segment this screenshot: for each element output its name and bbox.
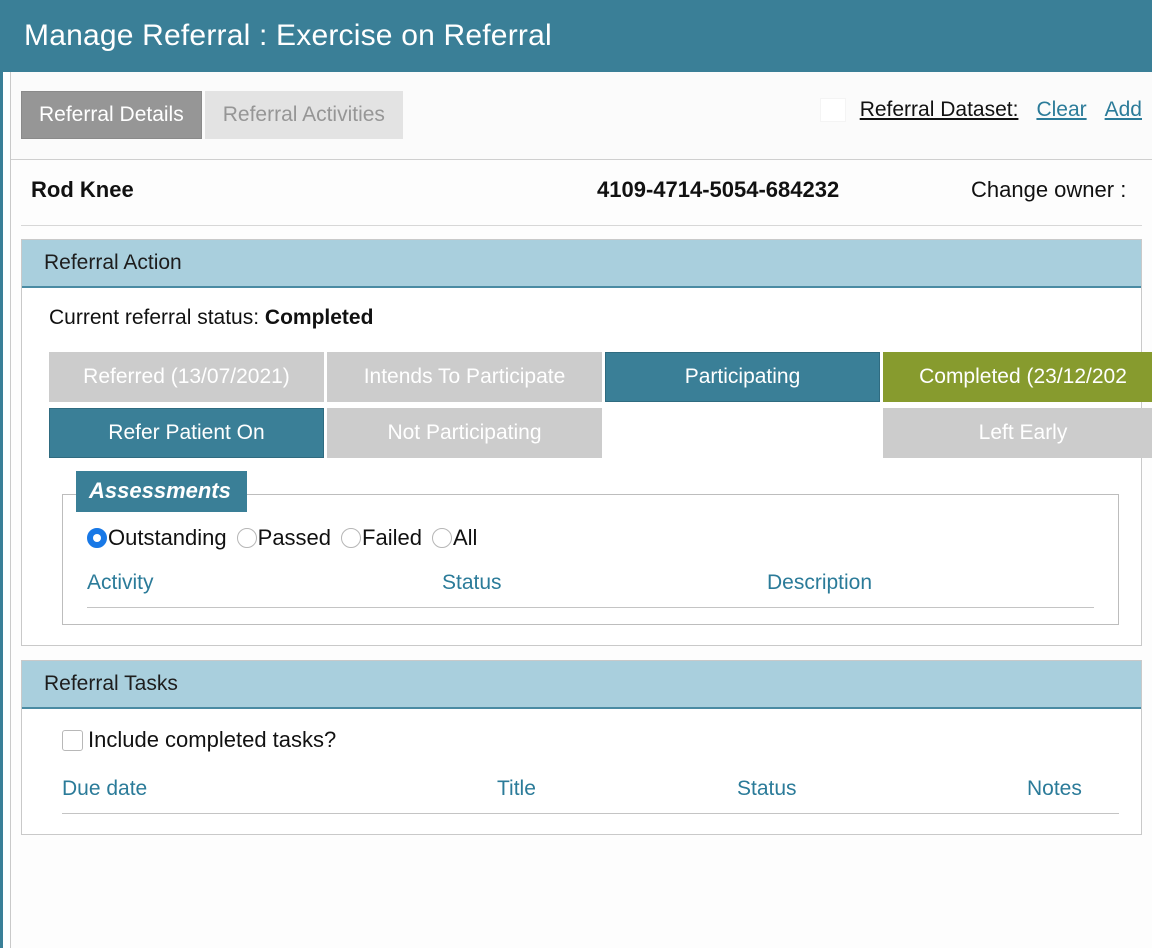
patient-name: Rod Knee	[31, 177, 134, 202]
status-button-completed[interactable]: Completed (23/12/202	[883, 352, 1152, 402]
referral-dataset-bar: Referral Dataset: Clear Add	[819, 98, 1152, 122]
referral-dataset-checkbox[interactable]	[819, 98, 846, 122]
include-completed-tasks-checkbox[interactable]	[62, 729, 83, 751]
status-button-refer-patient-on[interactable]: Refer Patient On	[49, 408, 324, 458]
page-inner: Referral Details Referral Activities Ref…	[10, 72, 1152, 948]
radio-label-passed: Passed	[257, 525, 332, 550]
assessments-column-activity[interactable]: Activity	[87, 571, 442, 608]
status-grid-spacer	[605, 408, 880, 458]
radio-label-failed: Failed	[362, 525, 422, 550]
include-completed-tasks-label: Include completed tasks?	[88, 727, 337, 752]
page-body: Referral Details Referral Activities Ref…	[0, 72, 1152, 948]
status-button-left-early[interactable]: Left Early	[883, 408, 1152, 458]
radio-failed[interactable]	[341, 528, 362, 548]
radio-label-all: All	[452, 525, 478, 550]
radio-passed[interactable]	[236, 528, 257, 548]
status-button-participating[interactable]: Participating	[605, 352, 880, 402]
current-status-value: Completed	[264, 306, 374, 329]
tab-referral-details[interactable]: Referral Details	[21, 91, 202, 139]
clear-dataset-link[interactable]: Clear	[1036, 98, 1086, 122]
radio-label-outstanding: Outstanding	[108, 525, 227, 550]
status-button-not-participating[interactable]: Not Participating	[327, 408, 602, 458]
referral-tasks-table: Due date Title Status Notes	[62, 777, 1119, 814]
referral-tasks-header-row: Due date Title Status Notes	[62, 777, 1119, 814]
tab-list: Referral Details Referral Activities	[21, 91, 403, 139]
status-button-intends-to-participate[interactable]: Intends To Participate	[327, 352, 602, 402]
assessments-column-description[interactable]: Description	[767, 571, 1094, 608]
tasks-column-status[interactable]: Status	[737, 777, 1027, 814]
referral-action-panel-body: Current referral status: Completed Refer…	[22, 288, 1152, 645]
referral-tasks-panel-title: Referral Tasks	[22, 661, 1141, 709]
assessments-legend: Assessments	[76, 471, 247, 512]
referral-dataset-label: Referral Dataset:	[859, 98, 1019, 121]
assessments-table-header-row: Activity Status Description	[87, 571, 1094, 608]
status-action-grid: Referred (13/07/2021) Intends To Partici…	[49, 352, 1152, 458]
tasks-column-due-date[interactable]: Due date	[62, 777, 497, 814]
change-owner-label: Change owner :	[971, 177, 1127, 202]
tasks-column-title[interactable]: Title	[497, 777, 737, 814]
assessment-filter-group: Outstanding Passed Failed All	[63, 525, 1118, 551]
tasks-column-notes[interactable]: Notes	[1027, 777, 1119, 814]
app-header: Manage Referral : Exercise on Referral	[0, 0, 1152, 72]
add-dataset-link[interactable]: Add	[1105, 98, 1142, 122]
current-status-line: Current referral status: Completed	[49, 306, 1119, 330]
referral-tasks-panel-body: Include completed tasks? Due date Title …	[22, 709, 1141, 834]
patient-identifier: 4109-4714-5054-684232	[597, 177, 840, 202]
referral-tasks-panel: Referral Tasks Include completed tasks? …	[21, 660, 1142, 835]
include-completed-tasks-row: Include completed tasks?	[49, 727, 1119, 753]
page-title: Manage Referral : Exercise on Referral	[24, 19, 552, 52]
radio-outstanding[interactable]	[87, 528, 107, 548]
referral-action-panel: Referral Action Current referral status:…	[21, 239, 1152, 646]
radio-all[interactable]	[431, 528, 452, 548]
tab-referral-activities[interactable]: Referral Activities	[204, 91, 403, 139]
referral-action-panel-title: Referral Action	[22, 240, 1141, 288]
current-status-prefix: Current referral status:	[49, 306, 260, 329]
assessments-fieldset: Assessments Outstanding Passed Failed Al…	[62, 471, 1119, 625]
patient-identity-row: Rod Knee 4109-4714-5054-684232 Change ow…	[11, 160, 1152, 226]
status-button-referred[interactable]: Referred (13/07/2021)	[49, 352, 324, 402]
tab-strip: Referral Details Referral Activities Ref…	[11, 72, 1152, 160]
assessments-table: Activity Status Description	[87, 571, 1094, 608]
assessments-column-status[interactable]: Status	[442, 571, 767, 608]
